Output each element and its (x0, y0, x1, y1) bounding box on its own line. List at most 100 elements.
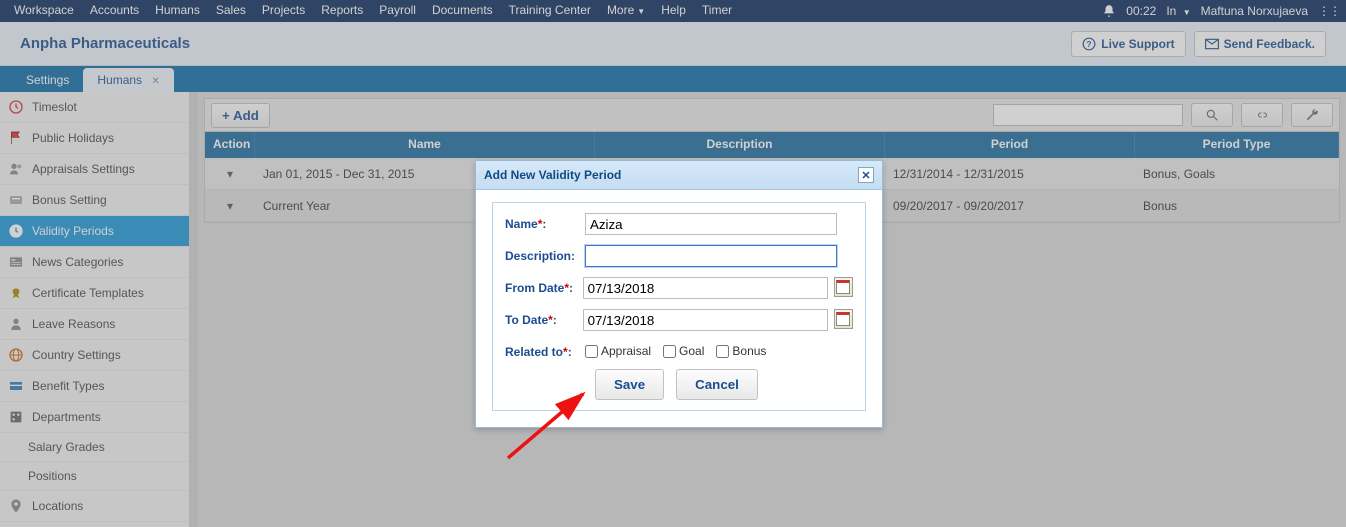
header-period[interactable]: Period (885, 132, 1135, 158)
sidebar-item-label: Leave Reasons (32, 317, 115, 331)
from-date-input[interactable] (583, 277, 828, 299)
expand-icon[interactable]: ▾ (227, 167, 233, 181)
add-button[interactable]: + Add (211, 103, 270, 128)
to-date-label: To Date*: (505, 309, 583, 327)
flag-icon (8, 130, 24, 146)
page-tabs: Settings Humans ✕ (0, 66, 1346, 92)
send-feedback-button[interactable]: Send Feedback. (1194, 31, 1326, 57)
calendar-icon[interactable] (834, 277, 853, 297)
nav-timer[interactable]: Timer (694, 0, 740, 23)
sidebar-item-salary-grades[interactable]: Salary Grades (0, 433, 189, 462)
nav-workspace[interactable]: Workspace (6, 0, 82, 23)
to-date-input[interactable] (583, 309, 828, 331)
send-feedback-label: Send Feedback. (1224, 37, 1315, 51)
name-input[interactable] (585, 213, 837, 235)
sidebar-item-label: News Categories (32, 255, 123, 269)
sidebar-item-appraisals-settings[interactable]: Appraisals Settings (0, 154, 189, 185)
dialog-title: Add New Validity Period (484, 168, 621, 182)
nav-more-label: More (607, 3, 634, 17)
top-nav: Workspace Accounts Humans Sales Projects… (0, 0, 1346, 22)
sidebar-item-leave-reasons[interactable]: Leave Reasons (0, 309, 189, 340)
top-right: 00:22 In ▼ Maftuna Norxujaeva ⋮⋮ (1102, 4, 1340, 18)
tab-humans[interactable]: Humans ✕ (83, 68, 173, 92)
bonus-checkbox-label: Bonus (732, 344, 766, 358)
tab-settings[interactable]: Settings (12, 68, 83, 92)
sidebar-item-country-settings[interactable]: Country Settings (0, 340, 189, 371)
nav-sales[interactable]: Sales (208, 0, 254, 23)
calendar-icon[interactable] (834, 309, 853, 329)
sidebar-item-departments[interactable]: Departments (0, 402, 189, 433)
settings-button[interactable] (1291, 103, 1333, 127)
bonus-checkbox-input[interactable] (716, 345, 729, 358)
more-icon[interactable]: ⋮⋮ (1318, 4, 1340, 18)
loc-icon (8, 498, 24, 514)
sidebar-item-bonus-setting[interactable]: Bonus Setting (0, 185, 189, 216)
nav-documents[interactable]: Documents (424, 0, 501, 23)
nav-help[interactable]: Help (653, 0, 694, 23)
sidebar-item-label: Country Settings (32, 348, 121, 362)
appraisal-icon (8, 161, 24, 177)
sidebar-item-benefit-types[interactable]: Benefit Types (0, 371, 189, 402)
nav-training[interactable]: Training Center (501, 0, 599, 23)
clock-status-label: In (1166, 4, 1176, 18)
goal-checkbox-input[interactable] (663, 345, 676, 358)
sidebar-item-news-categories[interactable]: News Categories (0, 247, 189, 278)
name-label: Name*: (505, 213, 585, 231)
timer-value: 00:22 (1126, 4, 1156, 18)
appraisal-checkbox[interactable]: Appraisal (585, 344, 651, 358)
sidebar-item-locations[interactable]: Locations (0, 491, 189, 522)
header-name[interactable]: Name (255, 132, 595, 158)
sidebar-item-label: Bonus Setting (32, 193, 107, 207)
validity-icon (8, 223, 24, 239)
sidebar-resizer[interactable] (190, 92, 198, 527)
bonus-checkbox[interactable]: Bonus (716, 344, 766, 358)
cell-type: Bonus (1135, 199, 1339, 213)
company-name: Anpha Pharmaceuticals (20, 35, 190, 52)
bell-icon[interactable] (1102, 4, 1116, 18)
clock-status[interactable]: In ▼ (1166, 4, 1190, 18)
expand-icon[interactable]: ▾ (227, 199, 233, 213)
cell-type: Bonus, Goals (1135, 167, 1339, 181)
close-icon[interactable]: ✕ (151, 76, 159, 87)
live-support-button[interactable]: ? Live Support (1071, 31, 1185, 57)
refresh-button[interactable] (1241, 103, 1283, 127)
dialog-titlebar[interactable]: Add New Validity Period ✕ (476, 161, 882, 190)
nav-more[interactable]: More▼ (599, 0, 653, 23)
appraisal-checkbox-input[interactable] (585, 345, 598, 358)
sidebar-item-validity-periods[interactable]: Validity Periods (0, 216, 189, 247)
sidebar-item-certificate-templates[interactable]: Certificate Templates (0, 278, 189, 309)
nav-projects[interactable]: Projects (254, 0, 313, 23)
goal-checkbox-label: Goal (679, 344, 704, 358)
sidebar-item-public-holidays[interactable]: Public Holidays (0, 123, 189, 154)
header-description[interactable]: Description (595, 132, 885, 158)
globe-icon (8, 347, 24, 363)
nav-humans[interactable]: Humans (147, 0, 208, 23)
search-icon (1205, 108, 1219, 122)
dept-icon (8, 409, 24, 425)
sidebar-item-timeslot[interactable]: Timeslot (0, 92, 189, 123)
sidebar-item-label: Benefit Types (32, 379, 105, 393)
bonus-icon (8, 192, 24, 208)
nav-payroll[interactable]: Payroll (371, 0, 424, 23)
header-type[interactable]: Period Type (1135, 132, 1339, 158)
user-name[interactable]: Maftuna Norxujaeva (1201, 4, 1308, 18)
goal-checkbox[interactable]: Goal (663, 344, 704, 358)
cert-icon (8, 285, 24, 301)
nav-reports[interactable]: Reports (313, 0, 371, 23)
nav-accounts[interactable]: Accounts (82, 0, 147, 23)
description-input[interactable] (585, 245, 837, 267)
news-icon (8, 254, 24, 270)
description-label: Description: (505, 245, 585, 263)
leave-icon (8, 316, 24, 332)
chevron-down-icon: ▼ (637, 7, 645, 16)
save-button[interactable]: Save (595, 369, 664, 400)
sidebar-item-positions[interactable]: Positions (0, 462, 189, 491)
tab-humans-label: Humans (97, 73, 142, 87)
content-toolbar: + Add (204, 98, 1340, 132)
live-support-label: Live Support (1101, 37, 1174, 51)
search-input[interactable] (993, 104, 1183, 126)
dialog-close-button[interactable]: ✕ (858, 167, 874, 183)
link-icon (1253, 109, 1271, 121)
search-button[interactable] (1191, 103, 1233, 127)
cancel-button[interactable]: Cancel (676, 369, 758, 400)
